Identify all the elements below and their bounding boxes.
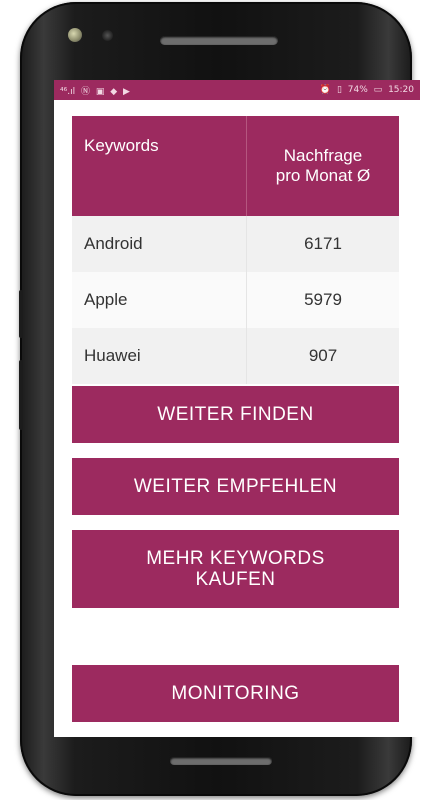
table-row: Apple 5979 xyxy=(72,272,399,328)
phone-frame: ⁴⁶.ıl Ⓝ ▣ ◆ ▶ ⏰ ▯ 74% ▭ 15:20 Keywords N… xyxy=(20,2,420,796)
header-demand: Nachfrage pro Monat Ø xyxy=(246,116,399,216)
battery-percent: 74% xyxy=(347,85,368,95)
home-button[interactable] xyxy=(170,757,272,765)
buy-keywords-line2: KAUFEN xyxy=(195,569,276,590)
clock: 15:20 xyxy=(388,85,414,95)
find-more-button[interactable]: WEITER FINDEN xyxy=(72,386,399,443)
header-demand-line1: Nachfrage xyxy=(283,146,363,165)
buy-keywords-button[interactable]: MEHR KEYWORDS KAUFEN xyxy=(72,530,399,608)
app-screen: ⁴⁶.ıl Ⓝ ▣ ◆ ▶ ⏰ ▯ 74% ▭ 15:20 Keywords N… xyxy=(54,80,420,737)
shield-icon: ◆ xyxy=(110,86,118,97)
cast-icon: ▣ xyxy=(95,86,105,97)
status-bar-left: ⁴⁶.ıl Ⓝ ▣ ◆ ▶ xyxy=(60,84,133,97)
table-row: Huawei 907 xyxy=(72,328,399,384)
play-icon: ▶ xyxy=(123,86,130,97)
main-content: Keywords Nachfrage pro Monat Ø Android 6… xyxy=(72,116,399,722)
vibrate-icon: ▯ xyxy=(336,85,342,95)
nfc-icon: Ⓝ xyxy=(80,86,90,97)
proximity-sensor-icon xyxy=(102,30,113,41)
keyword-cell: Huawei xyxy=(72,328,247,384)
keyword-cell: Apple xyxy=(72,272,247,328)
battery-icon: ▭ xyxy=(373,85,383,95)
power-button xyxy=(19,360,23,430)
alarm-icon: ⏰ xyxy=(319,85,332,95)
volume-button xyxy=(19,290,23,338)
header-keywords: Keywords xyxy=(72,116,247,216)
front-camera-icon xyxy=(68,28,82,42)
recommend-button[interactable]: WEITER EMPFEHLEN xyxy=(72,458,399,515)
buy-keywords-line1: MEHR KEYWORDS xyxy=(146,548,325,569)
status-bar: ⁴⁶.ıl Ⓝ ▣ ◆ ▶ ⏰ ▯ 74% ▭ 15:20 xyxy=(54,80,420,100)
table-header-row: Keywords Nachfrage pro Monat Ø xyxy=(72,116,399,216)
demand-cell: 6171 xyxy=(246,216,399,272)
status-bar-right: ⏰ ▯ 74% ▭ 15:20 xyxy=(320,85,414,95)
monitoring-button[interactable]: MONITORING xyxy=(72,665,399,722)
keyword-cell: Android xyxy=(72,216,247,272)
demand-cell: 907 xyxy=(246,328,399,384)
header-demand-line2: pro Monat Ø xyxy=(275,166,371,185)
earpiece-speaker xyxy=(160,36,278,45)
signal-icon: ⁴⁶.ıl xyxy=(60,86,76,97)
demand-cell: 5979 xyxy=(246,272,399,328)
table-row: Android 6171 xyxy=(72,216,399,272)
keyword-table: Keywords Nachfrage pro Monat Ø Android 6… xyxy=(72,116,399,384)
